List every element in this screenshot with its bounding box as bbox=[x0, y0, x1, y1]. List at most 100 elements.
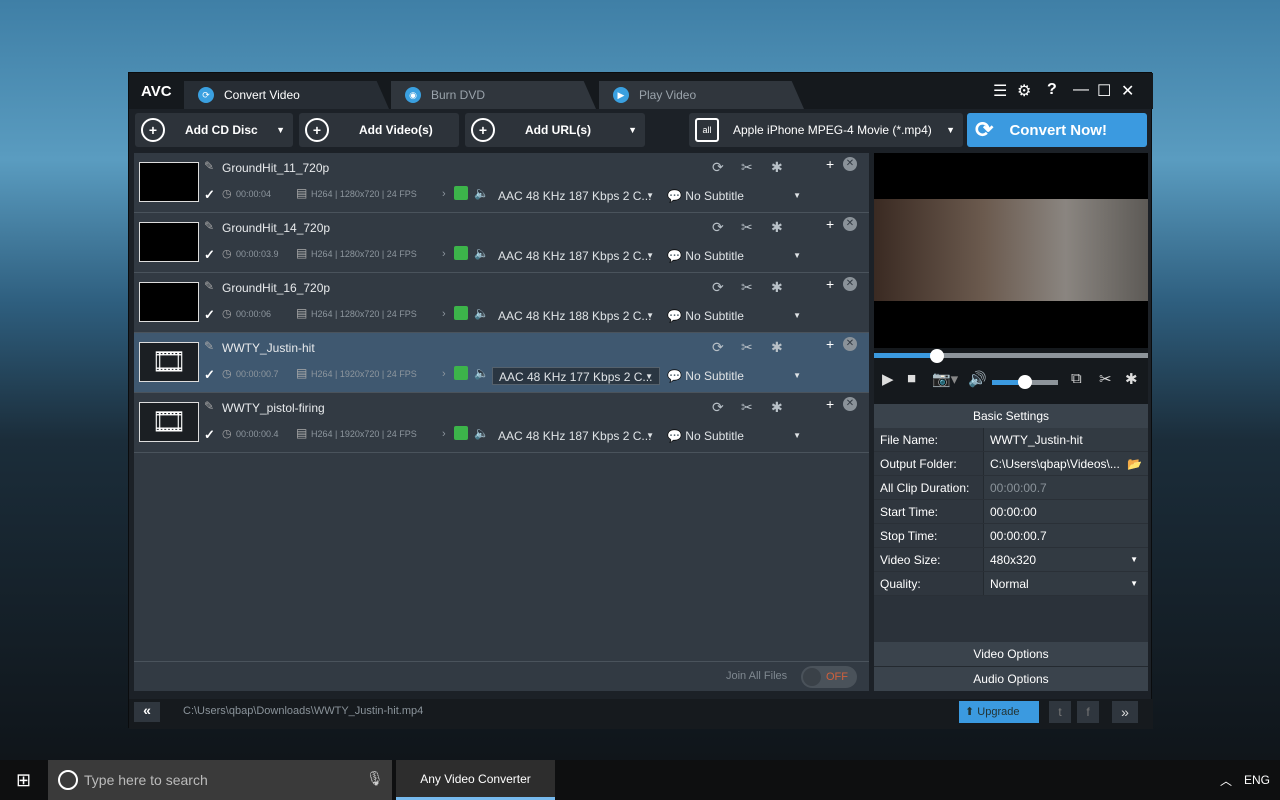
audio-track-select[interactable]: AAC 48 KHz 187 Kbps 2 C... ▼ bbox=[492, 427, 660, 445]
checkbox[interactable]: ✓ bbox=[204, 367, 215, 383]
file-name[interactable]: GroundHit_11_720p bbox=[222, 161, 329, 175]
setting-value[interactable]: WWTY_Justin-hit bbox=[984, 428, 1148, 451]
remove-icon[interactable]: ✕ bbox=[843, 397, 857, 411]
microphone-icon[interactable]: 🎙 bbox=[366, 770, 384, 787]
output-path[interactable]: C:\Users\qbap\Downloads\WWTY_Justin-hit.… bbox=[183, 705, 423, 717]
remove-icon[interactable]: ✕ bbox=[843, 337, 857, 351]
file-row[interactable]: ✎ GroundHit_11_720p ✓ ◷ 00:00:04 ▤ H264 … bbox=[134, 153, 869, 213]
help-icon[interactable]: ? bbox=[1047, 81, 1057, 99]
effects-icon[interactable]: ✱ bbox=[771, 279, 783, 296]
taskbar-app-any-video-converter[interactable]: Any Video Converter bbox=[396, 760, 555, 800]
add-videos-button[interactable]: + Add Video(s) bbox=[299, 113, 459, 147]
effects-icon[interactable]: ✱ bbox=[771, 159, 783, 176]
chevron-down-icon[interactable]: ▼ bbox=[628, 125, 637, 135]
subtitle-select[interactable]: 💬 No Subtitle ▼ bbox=[667, 247, 807, 265]
snapshot-icon[interactable]: 📷▾ bbox=[932, 370, 958, 388]
file-name[interactable]: GroundHit_16_720p bbox=[222, 281, 330, 295]
refresh-icon[interactable]: ⟳ bbox=[712, 279, 724, 296]
file-name[interactable]: WWTY_pistol-firing bbox=[222, 401, 325, 415]
gear-icon[interactable]: ⚙ bbox=[1017, 81, 1031, 101]
plus-icon[interactable]: + bbox=[826, 276, 834, 292]
seek-handle[interactable] bbox=[930, 349, 945, 363]
twitter-icon[interactable]: t bbox=[1049, 701, 1071, 723]
convert-now-button[interactable]: ⟳ Convert Now! bbox=[967, 113, 1147, 147]
setting-value[interactable]: C:\Users\qbap\Videos\... 📂 bbox=[984, 452, 1148, 475]
effects-icon[interactable]: ✱ bbox=[1125, 370, 1138, 388]
refresh-icon[interactable]: ⟳ bbox=[712, 339, 724, 356]
output-profile-select[interactable]: all Apple iPhone MPEG-4 Movie (*.mp4) ▼ bbox=[689, 113, 963, 147]
volume-icon[interactable]: 🔊 bbox=[968, 370, 987, 388]
file-row[interactable]: ✎ GroundHit_16_720p ✓ ◷ 00:00:06 ▤ H264 … bbox=[134, 273, 869, 333]
audio-track-select[interactable]: AAC 48 KHz 187 Kbps 2 C... ▼ bbox=[492, 247, 660, 265]
subtitle-select[interactable]: 💬 No Subtitle ▼ bbox=[667, 367, 807, 385]
checkbox[interactable]: ✓ bbox=[204, 187, 215, 203]
audio-track-select[interactable]: AAC 48 KHz 187 Kbps 2 C... ▼ bbox=[492, 187, 660, 205]
scissors-icon[interactable]: ✂ bbox=[741, 399, 753, 416]
setting-value[interactable]: Normal ▼ bbox=[984, 572, 1148, 595]
checkbox[interactable]: ✓ bbox=[204, 247, 215, 263]
setting-value[interactable]: 480x320 ▼ bbox=[984, 548, 1148, 571]
tab-burn-dvd[interactable]: ◉ Burn DVD bbox=[391, 81, 596, 109]
tab-convert-video[interactable]: ⟳ Convert Video bbox=[184, 81, 389, 109]
scissors-icon[interactable]: ✂ bbox=[741, 279, 753, 296]
plus-icon[interactable]: + bbox=[826, 396, 834, 412]
pencil-icon[interactable]: ✎ bbox=[204, 399, 214, 413]
file-row[interactable]: 🎞 ✎ WWTY_Justin-hit ✓ ◷ 00:00:00.7 ▤ H26… bbox=[134, 333, 869, 393]
collapse-icon[interactable]: « bbox=[134, 702, 160, 722]
subtitle-select[interactable]: 💬 No Subtitle ▼ bbox=[667, 307, 807, 325]
audio-track-select[interactable]: AAC 48 KHz 177 Kbps 2 C... ▼ bbox=[492, 367, 660, 385]
video-options-button[interactable]: Video Options bbox=[874, 642, 1148, 667]
remove-icon[interactable]: ✕ bbox=[843, 157, 857, 171]
effects-icon[interactable]: ✱ bbox=[771, 399, 783, 416]
folder-open-icon[interactable]: 📂 bbox=[1127, 452, 1142, 476]
file-name[interactable]: GroundHit_14_720p bbox=[222, 221, 330, 235]
audio-options-button[interactable]: Audio Options bbox=[874, 667, 1148, 691]
chevron-down-icon[interactable]: ▼ bbox=[276, 125, 285, 135]
seek-bar[interactable] bbox=[874, 348, 1148, 364]
add-cd-disc-button[interactable]: + Add CD Disc ▼ bbox=[135, 113, 293, 147]
windows-start-icon[interactable]: ⊞ bbox=[16, 770, 31, 791]
setting-value[interactable]: 00:00:00.7 bbox=[984, 524, 1148, 547]
file-row[interactable]: 🎞 ✎ WWTY_pistol-firing ✓ ◷ 00:00:00.4 ▤ … bbox=[134, 393, 869, 453]
refresh-icon[interactable]: ⟳ bbox=[712, 399, 724, 416]
plus-icon[interactable]: + bbox=[826, 216, 834, 232]
remove-icon[interactable]: ✕ bbox=[843, 277, 857, 291]
close-icon[interactable]: ✕ bbox=[1121, 81, 1134, 101]
join-toggle[interactable]: OFF bbox=[801, 666, 857, 688]
pencil-icon[interactable]: ✎ bbox=[204, 339, 214, 353]
refresh-icon[interactable]: ⟳ bbox=[712, 219, 724, 236]
subtitle-select[interactable]: 💬 No Subtitle ▼ bbox=[667, 187, 807, 205]
expand-icon[interactable]: » bbox=[1112, 701, 1138, 723]
scissors-icon[interactable]: ✂ bbox=[741, 339, 753, 356]
pencil-icon[interactable]: ✎ bbox=[204, 159, 214, 173]
scissors-icon[interactable]: ✂ bbox=[741, 159, 753, 176]
pencil-icon[interactable]: ✎ bbox=[204, 279, 214, 293]
audio-track-select[interactable]: AAC 48 KHz 188 Kbps 2 C... ▼ bbox=[492, 307, 660, 325]
effects-icon[interactable]: ✱ bbox=[771, 339, 783, 356]
refresh-icon[interactable]: ⟳ bbox=[712, 159, 724, 176]
volume-slider[interactable] bbox=[992, 375, 1058, 389]
remove-icon[interactable]: ✕ bbox=[843, 217, 857, 231]
search-box[interactable]: Type here to search 🎙 bbox=[48, 760, 392, 800]
stop-icon[interactable]: ■ bbox=[907, 370, 916, 387]
tab-play-video[interactable]: ▶ Play Video bbox=[599, 81, 804, 109]
scissors-icon[interactable]: ✂ bbox=[1099, 370, 1112, 388]
effects-icon[interactable]: ✱ bbox=[771, 219, 783, 236]
checkbox[interactable]: ✓ bbox=[204, 307, 215, 323]
register-icon[interactable]: ☰ bbox=[993, 81, 1007, 101]
pencil-icon[interactable]: ✎ bbox=[204, 219, 214, 233]
chevron-up-icon[interactable]: ︿ bbox=[1220, 772, 1232, 789]
add-url-button[interactable]: + Add URL(s) ▼ bbox=[465, 113, 645, 147]
upgrade-button[interactable]: ⬆ Upgrade bbox=[959, 701, 1039, 723]
facebook-icon[interactable]: f bbox=[1077, 701, 1099, 723]
checkbox[interactable]: ✓ bbox=[204, 427, 215, 443]
plus-icon[interactable]: + bbox=[826, 156, 834, 172]
play-icon[interactable]: ▶ bbox=[882, 370, 894, 388]
minimize-icon[interactable]: — bbox=[1073, 81, 1089, 99]
crop-icon[interactable]: ⧉ bbox=[1071, 370, 1082, 387]
language-indicator[interactable]: ENG bbox=[1244, 773, 1270, 787]
file-name[interactable]: WWTY_Justin-hit bbox=[222, 341, 315, 355]
file-row[interactable]: ✎ GroundHit_14_720p ✓ ◷ 00:00:03.9 ▤ H26… bbox=[134, 213, 869, 273]
maximize-icon[interactable]: ☐ bbox=[1097, 81, 1111, 101]
subtitle-select[interactable]: 💬 No Subtitle ▼ bbox=[667, 427, 807, 445]
